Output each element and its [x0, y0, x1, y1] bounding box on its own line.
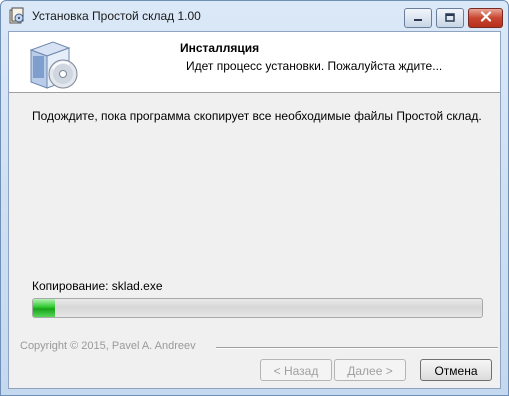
progress-bar-fill	[33, 299, 56, 317]
installer-window: Установка Простой склад 1.00 Инсталляция…	[0, 0, 509, 396]
minimize-button[interactable]	[404, 8, 432, 28]
installer-app-icon	[8, 7, 26, 25]
cancel-button[interactable]: Отмена	[420, 359, 492, 381]
close-button[interactable]	[468, 8, 503, 28]
next-button[interactable]: Далее >	[334, 359, 406, 381]
header-subtitle: Идет процесс установки. Пожалуйста ждите…	[186, 59, 443, 73]
maximize-button[interactable]	[436, 8, 464, 28]
copyright-text: Copyright © 2015, Pavel A. Andreev	[20, 340, 196, 352]
back-button[interactable]: < Назад	[260, 359, 332, 381]
close-icon	[480, 11, 492, 25]
title-bar[interactable]: Установка Простой склад 1.00	[1, 1, 508, 31]
window-title: Установка Простой склад 1.00	[32, 9, 201, 23]
maximize-icon	[445, 11, 455, 25]
installer-client-area: Инсталляция Идет процесс установки. Пожа…	[8, 31, 501, 389]
header-banner: Инсталляция Идет процесс установки. Пожа…	[9, 32, 500, 93]
install-progress-bar	[32, 298, 483, 318]
footer-divider	[216, 347, 498, 349]
instruction-text: Подождите, пока программа скопирует все …	[32, 109, 482, 123]
copy-status-text: Копирование: sklad.exe	[32, 279, 163, 293]
software-box-cd-icon	[23, 36, 83, 92]
minimize-icon	[413, 11, 423, 25]
header-title: Инсталляция	[180, 41, 260, 55]
